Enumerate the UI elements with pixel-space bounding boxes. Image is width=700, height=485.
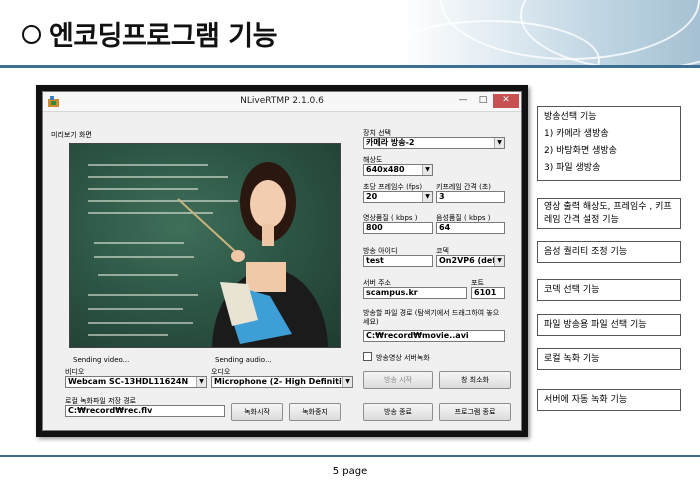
port-input[interactable]: 6101 <box>471 287 505 299</box>
file-path-value: C:₩record₩movie..avi <box>366 331 469 340</box>
note-broadcast-item: 1) 카메라 생방송 <box>544 129 609 139</box>
title-bar[interactable]: NLiveRTMP 2.1.0.6 — □ ✕ <box>43 92 521 112</box>
keyframe-value: 3 <box>439 192 445 201</box>
slide: 엔코딩프로그램 기능 NLiveRTMP 2.1.0.6 — □ ✕ 미리보기 … <box>0 0 700 485</box>
note-broadcast-item: 3) 파일 생방송 <box>544 163 601 173</box>
video-quality-value: 800 <box>366 223 383 232</box>
slide-title-text: 엔코딩프로그램 기능 <box>49 21 277 52</box>
preview-label: 미리보기 화면 <box>51 131 92 139</box>
circle-bullet-icon <box>22 25 41 44</box>
broadcast-end-button[interactable]: 방송 종료 <box>363 403 433 421</box>
dropdown-arrow-icon: ▼ <box>422 192 432 202</box>
footer-rule <box>0 455 700 457</box>
video-status: Sending video... <box>73 356 130 364</box>
note-server-record: 서버에 자동 녹화 기능 <box>537 389 681 411</box>
note-local-record: 로컬 녹화 기능 <box>537 348 681 370</box>
audio-device-select[interactable]: Microphone (2- High Definition ▼ <box>211 376 353 388</box>
dropdown-arrow-icon: ▼ <box>342 377 352 387</box>
minimize-button[interactable]: — <box>453 94 473 108</box>
audio-device-value: Microphone (2- High Definition <box>214 377 353 386</box>
program-end-button[interactable]: 프로그램 종료 <box>439 403 511 421</box>
record-stop-button[interactable]: 녹화중지 <box>289 403 341 421</box>
header-rule <box>0 65 700 68</box>
server-record-label: 방송영상 서버녹화 <box>376 354 430 362</box>
audio-quality-value: 64 <box>439 223 451 232</box>
video-device-value: Webcam SC-13HDL11624N <box>68 377 189 386</box>
slide-title: 엔코딩프로그램 기능 <box>22 14 277 53</box>
resolution-value: 640x480 <box>366 165 405 174</box>
dropdown-arrow-icon: ▼ <box>422 165 432 175</box>
resolution-select[interactable]: 640x480 ▼ <box>363 164 433 176</box>
file-path-input[interactable]: C:₩record₩movie..avi <box>363 330 505 342</box>
note-file-select: 파일 방송용 파일 선택 기능 <box>537 314 681 336</box>
fps-select[interactable]: 20 ▼ <box>363 191 433 203</box>
note-audio-quality: 음성 퀄리티 조정 기능 <box>537 241 681 263</box>
record-start-button[interactable]: 녹화시작 <box>231 403 283 421</box>
audio-status: Sending audio... <box>215 356 272 364</box>
note-broadcast-title: 방송선택 기능 <box>544 112 597 122</box>
minimize-window-button[interactable]: 창 최소화 <box>439 371 511 389</box>
keyframe-input[interactable]: 3 <box>436 191 505 203</box>
header-graphic <box>400 0 700 66</box>
dropdown-arrow-icon: ▼ <box>196 377 206 387</box>
codec-select[interactable]: On2VP6 (defa ▼ <box>436 255 505 267</box>
server-input[interactable]: scampus.kr <box>363 287 467 299</box>
fps-value: 20 <box>366 192 378 201</box>
local-path-input[interactable]: C:₩record₩rec.flv <box>65 405 225 417</box>
file-path-label: 방송할 파일 경로 (탐색기에서 드래그하여 놓으세요) <box>363 309 500 326</box>
app-screenshot-frame: NLiveRTMP 2.1.0.6 — □ ✕ 미리보기 화면 Sending … <box>36 85 528 437</box>
note-broadcast-item: 2) 바탕화면 생방송 <box>544 146 617 156</box>
app-window: NLiveRTMP 2.1.0.6 — □ ✕ 미리보기 화면 Sending … <box>42 91 522 431</box>
dropdown-arrow-icon: ▼ <box>494 138 504 148</box>
page-number: 5 page <box>332 466 368 477</box>
server-record-checkbox[interactable] <box>363 352 372 361</box>
note-broadcast-select: 방송선택 기능 1) 카메라 생방송 2) 바탕화면 생방송 3) 파일 생방송 <box>537 106 681 181</box>
broadcast-id-input[interactable]: test <box>363 255 433 267</box>
audio-quality-input[interactable]: 64 <box>436 222 505 234</box>
video-quality-input[interactable]: 800 <box>363 222 433 234</box>
window-title: NLiveRTMP 2.1.0.6 <box>240 96 324 106</box>
video-preview <box>69 143 341 348</box>
server-value: scampus.kr <box>366 288 418 297</box>
port-value: 6101 <box>474 288 497 297</box>
broadcast-start-button[interactable]: 방송 시작 <box>363 371 433 389</box>
note-codec-select: 코덱 선택 기능 <box>537 279 681 301</box>
device-value: 카메라 방송-2 <box>366 138 415 147</box>
maximize-button[interactable]: □ <box>473 94 493 108</box>
dropdown-arrow-icon: ▼ <box>494 256 504 266</box>
device-select[interactable]: 카메라 방송-2 ▼ <box>363 137 505 149</box>
video-device-select[interactable]: Webcam SC-13HDL11624N ▼ <box>65 376 207 388</box>
presenter-figure <box>177 162 328 347</box>
local-path-value: C:₩record₩rec.flv <box>68 406 153 415</box>
note-output-settings: 영상 출력 해상도, 프레임수 , 키프레임 간격 설정 기능 <box>537 198 681 229</box>
broadcast-id-value: test <box>366 256 384 265</box>
codec-value: On2VP6 (defa <box>439 256 502 265</box>
close-button[interactable]: ✕ <box>493 94 519 108</box>
